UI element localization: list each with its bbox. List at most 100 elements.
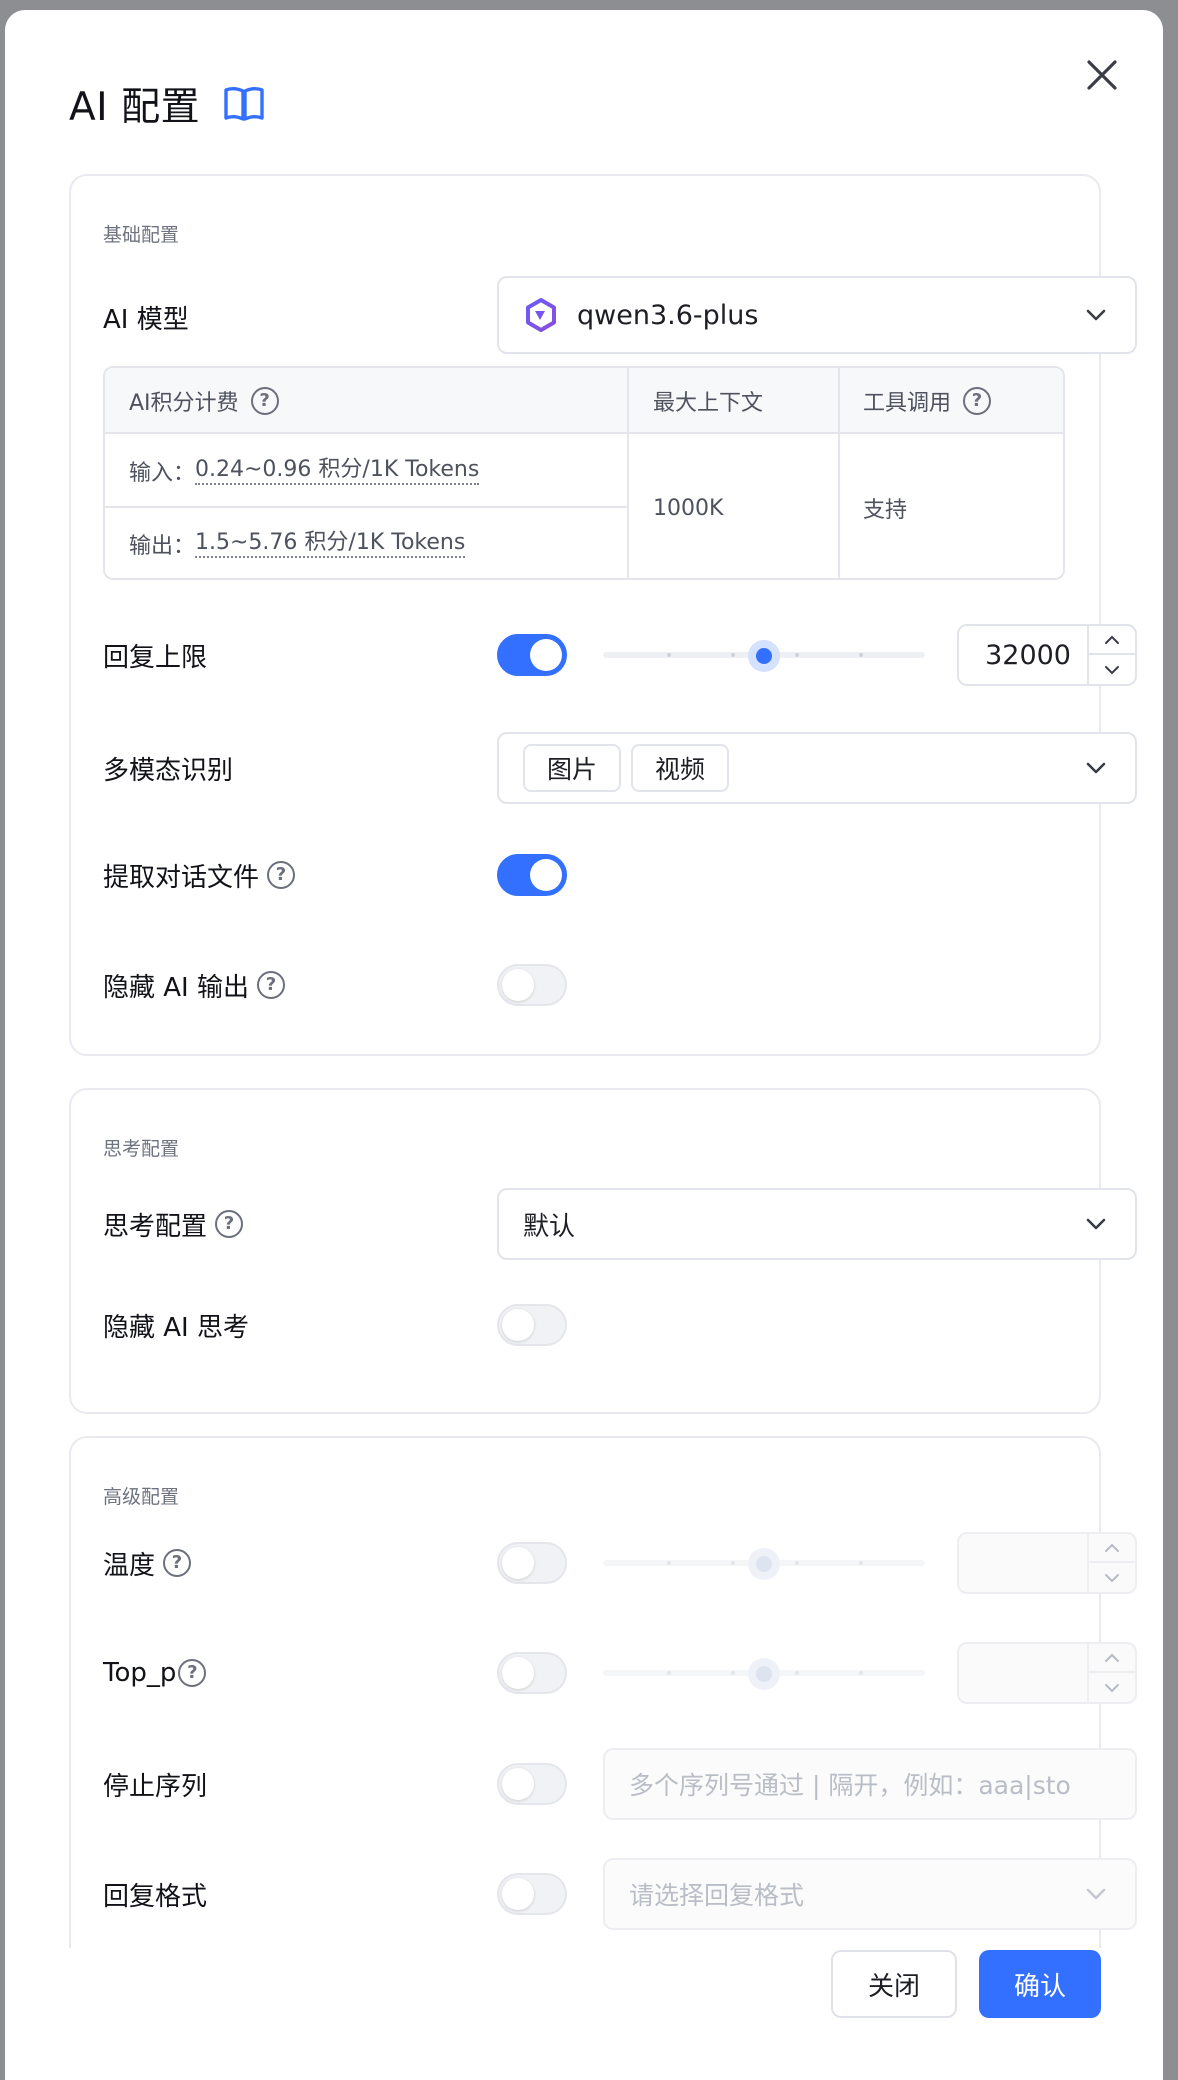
chevron-down-icon [1086, 1888, 1106, 1900]
basic-config-section: 基础配置 AI 模型 qwen3.6-plus AI积分计费 ? 最大上下文 工… [69, 174, 1137, 1056]
temperature-label: 温度 ? [103, 1545, 192, 1582]
model-label: AI 模型 [103, 304, 189, 335]
decrement-button[interactable] [1089, 1673, 1135, 1702]
extract-files-label-text: 提取对话文件 [103, 862, 260, 893]
chevron-up-icon [1105, 1653, 1119, 1662]
slider-thumb[interactable] [748, 1658, 780, 1690]
pricing-tool-call: 支持 [863, 498, 908, 523]
book-icon[interactable] [222, 84, 266, 124]
temperature-value[interactable] [959, 1534, 1087, 1592]
chevron-up-icon [1105, 1543, 1119, 1552]
stop-sequence-label: 停止序列 [103, 1771, 208, 1802]
reply-format-select[interactable]: 请选择回复格式 [603, 1858, 1137, 1930]
hide-output-label-text: 隐藏 AI 输出 [103, 972, 249, 1003]
pricing-input-prefix: 输入： [129, 461, 196, 486]
close-button[interactable]: 关闭 [831, 1950, 957, 2018]
temperature-stepper[interactable] [957, 1532, 1137, 1594]
help-icon[interactable]: ? [267, 861, 296, 889]
reply-limit-stepper[interactable]: 32000 [957, 624, 1137, 686]
temperature-label-text: 温度 [103, 1550, 156, 1581]
pricing-col-credits-label: AI积分计费 [129, 391, 239, 416]
increment-button[interactable] [1089, 1644, 1135, 1673]
extract-files-row: 提取对话文件 ? [103, 854, 1067, 896]
increment-button[interactable] [1089, 626, 1135, 655]
pricing-output-value: 1.5~5.76 积分/1K Tokens [195, 530, 466, 558]
reply-limit-slider[interactable] [603, 640, 925, 672]
help-icon[interactable]: ? [215, 1210, 244, 1238]
top-p-label-text: Top_p [103, 1658, 177, 1688]
reply-limit-toggle[interactable] [497, 634, 567, 676]
section-label: 基础配置 [103, 224, 180, 246]
dialog-header: AI 配置 [69, 76, 266, 132]
pricing-input-value: 0.24~0.96 积分/1K Tokens [195, 457, 480, 485]
thinking-config-label: 思考配置 ? [103, 1206, 244, 1243]
pricing-output-row: 输出： 1.5~5.76 积分/1K Tokens [129, 508, 466, 578]
top-p-value[interactable] [959, 1644, 1087, 1702]
reply-format-placeholder: 请选择回复格式 [629, 1881, 805, 1910]
pricing-col-credits: AI积分计费 ? [129, 368, 279, 434]
extract-files-toggle[interactable] [497, 854, 567, 896]
slider-thumb[interactable] [748, 1548, 780, 1580]
tag-image[interactable]: 图片 [523, 744, 622, 792]
hide-output-row: 隐藏 AI 输出 ? [103, 964, 1067, 1006]
pricing-col-tools-label: 工具调用 [863, 391, 952, 416]
decrement-button[interactable] [1089, 1563, 1135, 1592]
chevron-down-icon [1105, 1683, 1119, 1692]
section-label: 高级配置 [103, 1486, 180, 1508]
ai-config-dialog: AI 配置 基础配置 AI 模型 qwen3.6-plus AI积分计费 ? 最… [5, 10, 1163, 2080]
chevron-down-icon [1105, 1573, 1119, 1582]
section-label: 思考配置 [103, 1138, 180, 1160]
top-p-slider[interactable] [603, 1658, 925, 1690]
pricing-col-tools: 工具调用 ? [863, 368, 992, 434]
pricing-input-row: 输入： 0.24~0.96 积分/1K Tokens [129, 436, 480, 506]
temperature-toggle[interactable] [497, 1542, 567, 1584]
reply-format-toggle[interactable] [497, 1873, 567, 1915]
help-icon[interactable]: ? [250, 387, 279, 415]
pricing-col-context: 最大上下文 [653, 391, 764, 416]
pricing-table: AI积分计费 ? 最大上下文 工具调用 ? 输入： 0.24~0.96 积分/1… [103, 366, 1065, 580]
decrement-button[interactable] [1089, 655, 1135, 684]
chevron-down-icon [1086, 309, 1106, 321]
temperature-slider[interactable] [603, 1548, 925, 1580]
chevron-up-icon [1105, 635, 1119, 644]
pricing-output-prefix: 输出： [129, 534, 196, 559]
chevron-down-icon [1105, 665, 1119, 674]
increment-button[interactable] [1089, 1534, 1135, 1563]
hide-output-toggle[interactable] [497, 964, 567, 1006]
help-icon[interactable]: ? [178, 1659, 207, 1687]
hide-thinking-label: 隐藏 AI 思考 [103, 1312, 249, 1343]
multimodal-select[interactable]: 图片 视频 [497, 732, 1137, 804]
hide-thinking-row: 隐藏 AI 思考 [103, 1304, 1067, 1346]
top-p-label: Top_p ? [103, 1658, 207, 1688]
hide-thinking-toggle[interactable] [497, 1304, 567, 1346]
reply-format-label: 回复格式 [103, 1881, 208, 1912]
model-select[interactable]: qwen3.6-plus [497, 276, 1137, 354]
help-icon[interactable]: ? [963, 387, 992, 415]
chevron-down-icon [1086, 762, 1106, 774]
pricing-max-context: 1000K [653, 495, 724, 521]
help-icon[interactable]: ? [163, 1549, 192, 1577]
multimodal-label: 多模态识别 [103, 755, 234, 786]
tag-video[interactable]: 视频 [631, 744, 730, 792]
stop-sequence-toggle[interactable] [497, 1763, 567, 1805]
close-icon[interactable] [1079, 52, 1125, 98]
extract-files-label: 提取对话文件 ? [103, 857, 296, 894]
dialog-title: AI 配置 [69, 85, 201, 130]
thinking-config-value: 默认 [523, 1211, 576, 1242]
slider-thumb[interactable] [748, 640, 780, 672]
stop-sequence-input[interactable]: 多个序列号通过 | 隔开，例如：aaa|sto [603, 1748, 1137, 1820]
qwen-logo-icon [526, 298, 556, 332]
reply-limit-value[interactable]: 32000 [959, 626, 1087, 684]
top-p-toggle[interactable] [497, 1652, 567, 1694]
confirm-button[interactable]: 确认 [979, 1950, 1101, 2018]
stop-sequence-placeholder: 多个序列号通过 | 隔开，例如：aaa|sto [629, 1771, 1071, 1800]
top-p-stepper[interactable] [957, 1642, 1137, 1704]
chevron-down-icon [1086, 1218, 1106, 1230]
thinking-config-label-text: 思考配置 [103, 1211, 208, 1242]
help-icon[interactable]: ? [256, 971, 285, 999]
thinking-config-section: 思考配置 思考配置 ? 默认 隐藏 AI 思考 [69, 1088, 1137, 1414]
thinking-config-select[interactable]: 默认 [497, 1188, 1137, 1260]
hide-output-label: 隐藏 AI 输出 ? [103, 967, 285, 1004]
reply-limit-label: 回复上限 [103, 642, 208, 673]
model-value: qwen3.6-plus [577, 299, 759, 331]
